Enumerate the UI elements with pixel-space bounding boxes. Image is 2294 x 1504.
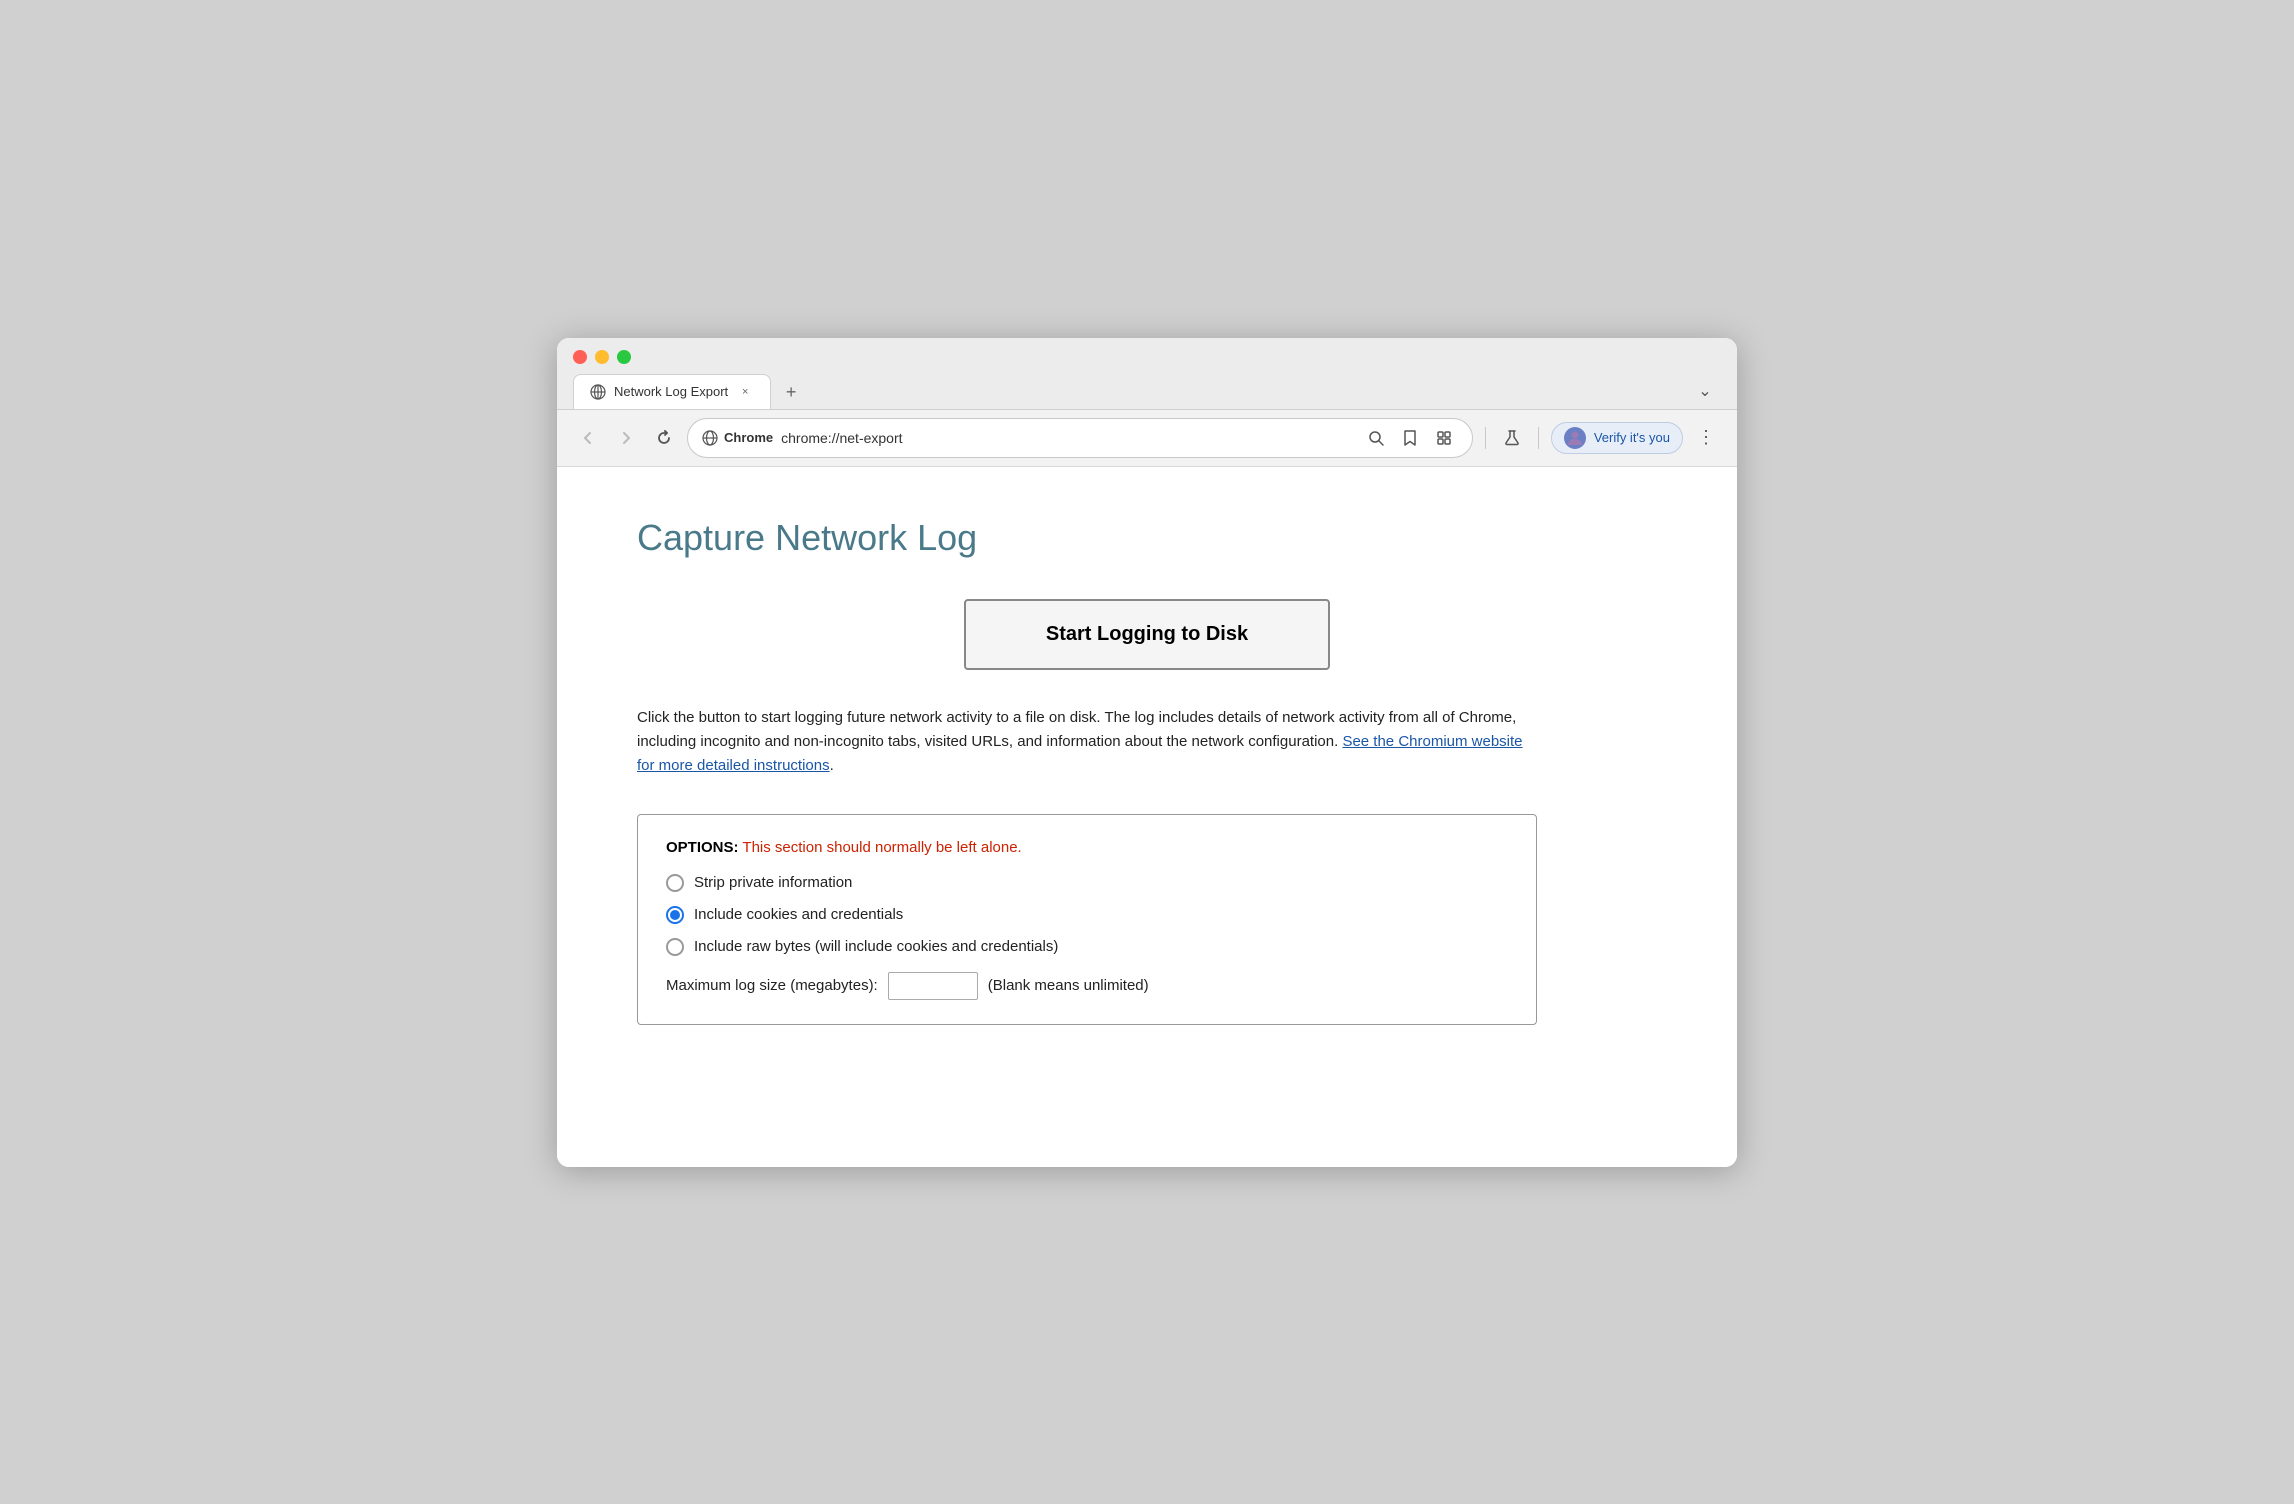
tab-dropdown-button[interactable]: ⌄: [1689, 375, 1721, 407]
options-warning: This section should normally be left alo…: [739, 839, 1022, 856]
max-log-input[interactable]: [888, 972, 978, 1000]
page-content: Capture Network Log Start Logging to Dis…: [557, 467, 1737, 1167]
description-period: .: [830, 757, 834, 774]
browser-window: Network Log Export × + ⌄: [557, 338, 1737, 1167]
address-brand: Chrome: [724, 430, 773, 445]
address-bar[interactable]: Chrome chrome://net-export: [687, 418, 1473, 458]
zoom-button[interactable]: [1362, 424, 1390, 452]
profile-avatar: [1564, 427, 1586, 449]
address-url: chrome://net-export: [781, 430, 1354, 446]
active-tab[interactable]: Network Log Export ×: [573, 374, 771, 409]
tab-close-button[interactable]: ×: [736, 383, 754, 401]
maximize-button[interactable]: [617, 350, 631, 364]
minimize-button[interactable]: [595, 350, 609, 364]
start-btn-container: Start Logging to Disk: [637, 599, 1657, 670]
radio-cookies-input[interactable]: [666, 906, 684, 924]
radio-cookies-item[interactable]: Include cookies and credentials: [666, 906, 1508, 924]
reload-button[interactable]: [649, 423, 679, 453]
verify-label: Verify it's you: [1594, 430, 1670, 445]
toolbar-divider: [1485, 427, 1486, 449]
radio-raw-item[interactable]: Include raw bytes (will include cookies …: [666, 938, 1508, 956]
max-log-hint: (Blank means unlimited): [988, 977, 1149, 994]
menu-button[interactable]: ⋮: [1691, 423, 1721, 453]
tabs-row: Network Log Export × + ⌄: [573, 374, 1721, 409]
description: Click the button to start logging future…: [637, 706, 1537, 778]
title-bar: Network Log Export × + ⌄: [557, 338, 1737, 410]
toolbar: Chrome chrome://net-export: [557, 410, 1737, 467]
tab-title: Network Log Export: [614, 384, 728, 399]
tab-favicon: [590, 384, 606, 400]
radio-dot: [670, 910, 680, 920]
radio-raw-label: Include raw bytes (will include cookies …: [694, 938, 1058, 955]
radio-strip-label: Strip private information: [694, 874, 852, 891]
lab-button[interactable]: [1498, 424, 1526, 452]
options-header: OPTIONS: This section should normally be…: [666, 839, 1508, 856]
options-box: OPTIONS: This section should normally be…: [637, 814, 1537, 1025]
forward-button[interactable]: [611, 423, 641, 453]
profile-button[interactable]: Verify it's you: [1551, 422, 1683, 454]
max-log-label: Maximum log size (megabytes):: [666, 977, 878, 994]
close-button[interactable]: [573, 350, 587, 364]
radio-strip-input[interactable]: [666, 874, 684, 892]
address-favicon: Chrome: [702, 430, 773, 446]
options-label: OPTIONS:: [666, 839, 739, 856]
max-log-row: Maximum log size (megabytes): (Blank mea…: [666, 972, 1508, 1000]
radio-strip-item[interactable]: Strip private information: [666, 874, 1508, 892]
new-tab-button[interactable]: +: [775, 377, 807, 409]
traffic-lights: [573, 350, 1721, 364]
address-icons: [1362, 424, 1458, 452]
radio-group: Strip private information Include cookie…: [666, 874, 1508, 956]
bookmark-button[interactable]: [1396, 424, 1424, 452]
radio-cookies-label: Include cookies and credentials: [694, 906, 903, 923]
start-logging-button[interactable]: Start Logging to Disk: [964, 599, 1330, 670]
page-title: Capture Network Log: [637, 517, 1657, 559]
extensions-button[interactable]: [1430, 424, 1458, 452]
back-button[interactable]: [573, 423, 603, 453]
toolbar-divider-2: [1538, 427, 1539, 449]
radio-raw-input[interactable]: [666, 938, 684, 956]
